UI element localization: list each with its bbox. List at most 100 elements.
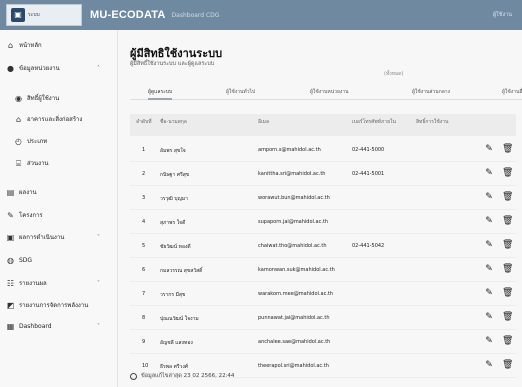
trash-icon[interactable]: 🗑 xyxy=(502,312,513,322)
sidebar-item-label: หน้าหลัก xyxy=(19,42,42,49)
sidebar-item-performance[interactable]: ▣ ผลการดำเนินงาน ˅ xyxy=(6,232,110,242)
sidebar-item-buildings[interactable]: ⌂ อาคารและสิ่งก่อสร้าง xyxy=(14,114,82,124)
header-email: อีเมล xyxy=(258,119,270,125)
edit-icon[interactable]: ✎ xyxy=(484,336,494,346)
list-icon: ☷ xyxy=(6,278,15,288)
trash-icon[interactable]: 🗑 xyxy=(502,360,513,370)
chart-icon: ▤ xyxy=(6,187,15,197)
sidebar-item-reports[interactable]: ☷ รายงานผล ˅ xyxy=(6,278,110,288)
row-name: ธีรพล ศรีวงศ์ xyxy=(160,364,188,370)
logo-text: ระบบ xyxy=(28,12,40,18)
edit-icon[interactable]: ✎ xyxy=(484,216,494,226)
info-icon: ● xyxy=(7,63,14,73)
chevron-down-icon: ˅ xyxy=(97,279,100,287)
table-row: 6 กมลวรรณ สุขสวัสดิ์ kamonwan.suk@mahidol.… xyxy=(130,258,516,282)
table-row: 4 สุภาพร ใจดี supaporn.jai@mahidol.ac.th ✎ 🗑 xyxy=(130,210,516,234)
sidebar-item-type[interactable]: ◴ ประเภท xyxy=(14,136,47,146)
row-name: วรากร มีสุข xyxy=(160,292,186,298)
trash-icon[interactable]: 🗑 xyxy=(502,264,513,274)
chevron-down-icon: ˅ xyxy=(97,323,100,330)
tab-other[interactable]: ผู้ใช้งานอื่นๆ xyxy=(502,88,522,96)
tab-agency[interactable]: ผู้ใช้งานหน่วยงาน xyxy=(310,88,349,96)
row-email: amporn.s@mahidol.ac.th xyxy=(258,147,321,153)
trash-icon[interactable]: 🗑 xyxy=(502,336,513,346)
top-bar: ▣ ระบบ MU-ECODATA Dashboard CDG ผู้ใช้งา… xyxy=(0,0,522,30)
sidebar-item-permissions[interactable]: ◉ สิทธิ์ผู้ใช้งาน xyxy=(14,93,59,103)
trash-icon[interactable]: 🗑 xyxy=(502,168,513,178)
logo-icon: ▣ xyxy=(11,8,25,22)
row-name: กนิษฐา ศรีสุข xyxy=(160,172,190,178)
row-number: 6 xyxy=(142,267,146,273)
sidebar-item-label: อาคารและสิ่งก่อสร้าง xyxy=(27,116,83,123)
row-number: 5 xyxy=(142,243,146,249)
page-subtitle: ผู้มีสิทธิ์ใช้งานระบบ และผู้ดูแลระบบ xyxy=(130,61,215,67)
main-content: ผู้มีสิทธิใช้งานระบบ ผู้มีสิทธิ์ใช้งานระ… xyxy=(118,30,522,387)
row-number: 10 xyxy=(142,363,149,369)
sidebar-item-results[interactable]: ▤ ผลงาน xyxy=(6,187,37,197)
clock-icon xyxy=(130,372,137,380)
tab-central[interactable]: ผู้ใช้งานส่วนกลาง xyxy=(412,88,450,96)
row-name: อัมพร สุขใจ xyxy=(160,148,186,154)
row-name: ปุณณวัฒน์ ใจงาม xyxy=(160,316,199,322)
row-email: theerapol.sri@mahidol.ac.th xyxy=(258,363,329,369)
table-header: ลำดับที่ ชื่อ-นามสกุล อีเมล เบอร์โทรศัพท… xyxy=(130,114,516,136)
table-row: 7 วรากร มีสุข warakorn.mee@mahidol.ac.th ✎ 🗑 xyxy=(130,282,516,306)
report-icon: ▣ xyxy=(6,232,15,242)
row-name: วรวุฒิ บุญมา xyxy=(160,196,188,202)
last-updated-note: ข้อมูลแก้ไขล่าสุด 23 02 2566, 22:44 xyxy=(130,372,234,380)
sidebar-item-label: Dashboard xyxy=(19,323,52,330)
edit-icon[interactable]: ✎ xyxy=(484,240,494,250)
institution-icon: ⌸ xyxy=(16,158,21,168)
sidebar-item-sdg[interactable]: ◍ SDG xyxy=(6,256,32,265)
brand-title: MU-ECODATA xyxy=(90,9,166,21)
row-name: อัญชลี แสงทอง xyxy=(160,340,193,346)
trash-icon[interactable]: 🗑 xyxy=(502,288,513,298)
row-name: กมลวรรณ สุขสวัสดิ์ xyxy=(160,268,203,274)
sidebar-item-label: ผลงาน xyxy=(19,189,37,196)
sidebar-item-label: รายงานผล xyxy=(19,280,47,287)
building-icon: ⌂ xyxy=(15,114,22,124)
row-name: ชัยวัฒน์ ทองดี xyxy=(160,244,191,250)
row-email: anchalee.sae@mahidol.ac.th xyxy=(258,339,331,345)
edit-icon[interactable]: ✎ xyxy=(484,288,494,298)
header-name: ชื่อ-นามสกุล xyxy=(160,119,187,125)
edit-icon[interactable]: ✎ xyxy=(484,168,494,178)
row-number: 7 xyxy=(142,291,146,297)
edit-icon[interactable]: ✎ xyxy=(484,360,494,370)
sidebar-item-label: โครงการ xyxy=(19,212,43,219)
sidebar-item-home[interactable]: ⌂ หน้าหลัก xyxy=(6,40,42,50)
sidebar-item-dashboard[interactable]: ▦ Dashboard ˅ xyxy=(6,322,110,331)
edit-icon[interactable]: ✎ xyxy=(484,144,494,154)
sidebar-item-label: ผลการดำเนินงาน xyxy=(19,234,65,241)
row-email: chaiwat.tho@mahidol.ac.th xyxy=(258,243,327,249)
sidebar-item-organization[interactable]: ● ข้อมูลหน่วยงาน ˄ xyxy=(6,63,110,73)
trash-icon[interactable]: 🗑 xyxy=(502,240,513,250)
row-email: warakorn.mee@mahidol.ac.th xyxy=(258,291,334,297)
edit-icon[interactable]: ✎ xyxy=(484,264,494,274)
sidebar-item-label: ส่วนงาน xyxy=(27,160,49,167)
user-menu[interactable]: ผู้ใช้งาน xyxy=(493,11,512,19)
edit-icon[interactable]: ✎ xyxy=(484,192,494,202)
app-logo[interactable]: ▣ ระบบ xyxy=(6,4,82,26)
sidebar-item-label: SDG xyxy=(19,257,33,264)
dashboard-icon: ▦ xyxy=(6,322,15,331)
tab-admin[interactable]: ผู้ดูแลระบบ xyxy=(148,88,173,100)
sidebar-item-label: ประเภท xyxy=(27,138,48,145)
edit-icon[interactable]: ✎ xyxy=(484,312,494,322)
row-phone: 02-441-5042 xyxy=(352,243,385,249)
sidebar-item-energy-report[interactable]: ◩ รายงานการจัดการพลังงาน xyxy=(6,300,89,310)
table-row: 2 กนิษฐา ศรีสุข kanittha.sri@mahidol.ac.th… xyxy=(130,162,516,186)
sidebar-item-projects[interactable]: ✎ โครงการ xyxy=(6,210,43,220)
row-email: kanittha.sri@mahidol.ac.th xyxy=(258,171,326,177)
row-phone: 02-441-5001 xyxy=(352,171,385,177)
sidebar-item-divisions[interactable]: ⌸ ส่วนงาน xyxy=(14,158,49,168)
trash-icon[interactable]: 🗑 xyxy=(502,216,513,226)
trash-icon[interactable]: 🗑 xyxy=(502,192,513,202)
last-updated-text: ข้อมูลแก้ไขล่าสุด 23 02 2566, 22:44 xyxy=(141,373,235,379)
sdg-icon: ◍ xyxy=(7,256,14,265)
table-row: 5 ชัยวัฒน์ ทองดี chaiwat.tho@mahidol.ac.th… xyxy=(130,234,516,258)
table-row: 9 อัญชลี แสงทอง anchalee.sae@mahidol.ac.th… xyxy=(130,330,516,354)
trash-icon[interactable]: 🗑 xyxy=(502,144,513,154)
table-row: 3 วรวุฒิ บุญมา worawut.bun@mahidol.ac.th ✎ 🗑 xyxy=(130,186,516,210)
tab-general[interactable]: ผู้ใช้งานทั่วไป xyxy=(226,88,255,96)
